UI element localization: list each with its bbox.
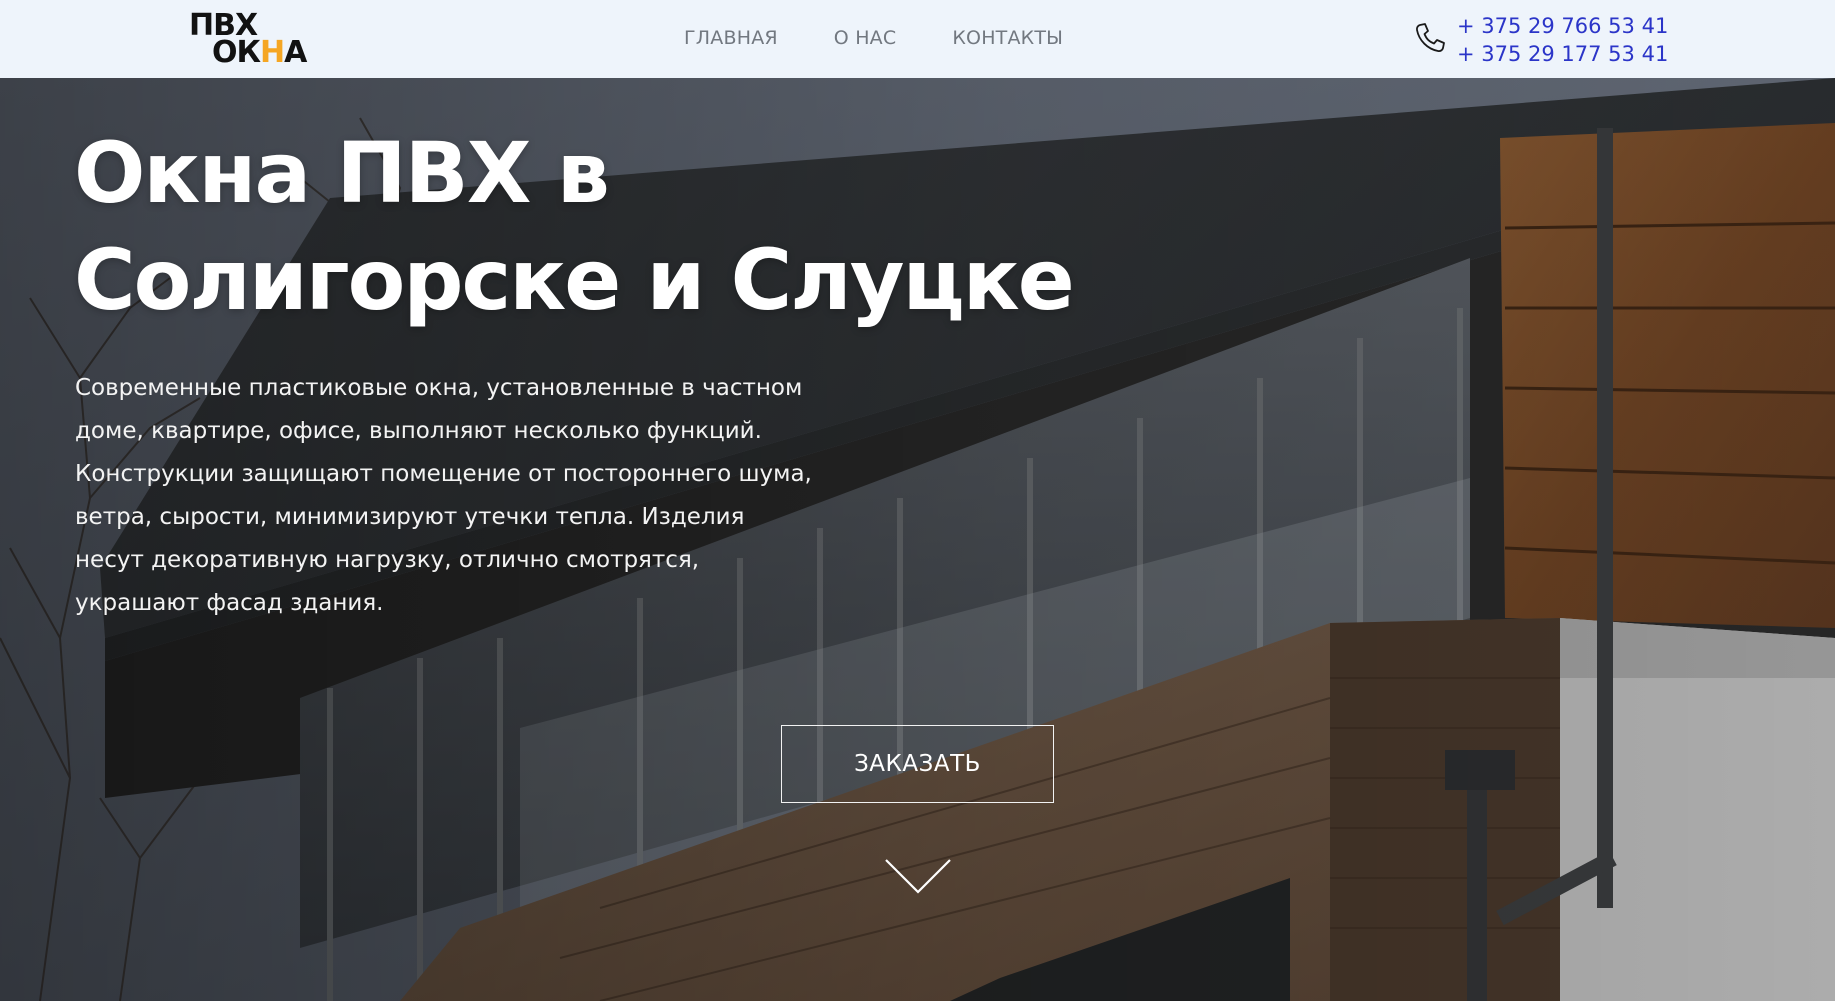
chevron-down-icon[interactable] <box>884 857 952 895</box>
order-button[interactable]: ЗАКАЗАТЬ <box>781 725 1054 803</box>
nav-item-about[interactable]: О НАС <box>834 27 897 49</box>
logo-part-b: А <box>284 35 307 70</box>
hero-title: Окна ПВХ в Солигорске и Слуцке <box>74 120 1114 334</box>
phone-number-2[interactable]: + 375 29 177 53 41 <box>1457 40 1668 68</box>
logo-accent-letter: Н <box>260 35 285 70</box>
phone-number-1[interactable]: + 375 29 766 53 41 <box>1457 12 1668 40</box>
hero-title-line-1: Окна ПВХ в <box>74 124 610 222</box>
logo-part-a: ОК <box>212 35 261 70</box>
hero-description: Современные пластиковые окна, установлен… <box>75 375 812 616</box>
site-header: ПВХ ОКНА ГЛАВНАЯ О НАС КОНТАКТЫ + 375 29… <box>0 0 1835 78</box>
nav-item-contacts[interactable]: КОНТАКТЫ <box>952 27 1063 49</box>
main-nav: ГЛАВНАЯ О НАС КОНТАКТЫ <box>684 27 1063 49</box>
site-logo[interactable]: ПВХ ОКНА <box>189 11 307 68</box>
hero-section: Окна ПВХ в Солигорске и Слуцке Современн… <box>0 78 1835 1001</box>
phone-icon <box>1416 23 1445 52</box>
nav-item-home[interactable]: ГЛАВНАЯ <box>684 27 778 49</box>
logo-line-2: ОКНА <box>189 38 307 68</box>
phone-numbers: + 375 29 766 53 41 + 375 29 177 53 41 <box>1457 12 1668 68</box>
hero-title-line-2: Солигорске и Слуцке <box>74 231 1075 329</box>
